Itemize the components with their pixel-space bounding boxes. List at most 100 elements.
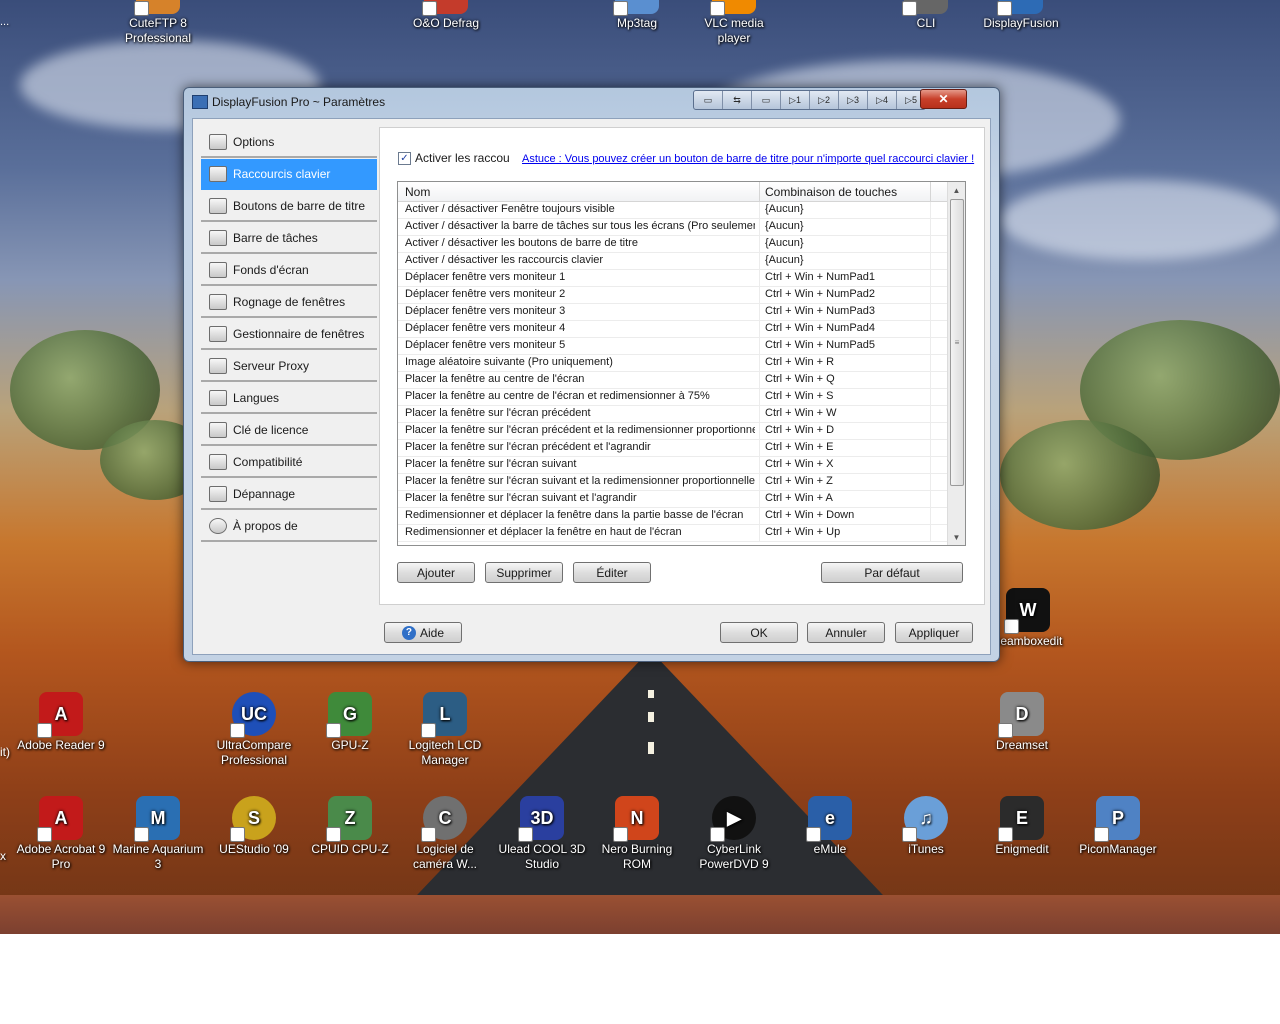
- titlebar-button-monitor-2[interactable]: ▷2: [810, 91, 839, 109]
- table-scrollbar[interactable]: ▲ ≡ ▼: [947, 182, 965, 545]
- table-row[interactable]: Redimensionner et déplacer la fenêtre en…: [398, 525, 947, 542]
- table-row[interactable]: Déplacer fenêtre vers moniteur 1 Ctrl + W…: [398, 270, 947, 287]
- ok-button[interactable]: OK: [720, 622, 798, 643]
- desktop-icon-label: VLC media player: [704, 16, 764, 45]
- satellite-dish-icon: D: [998, 692, 1044, 738]
- sidebar-item-wallpapers[interactable]: Fonds d'écran: [201, 255, 377, 286]
- table-row[interactable]: Activer / désactiver les raccourcis clav…: [398, 253, 947, 270]
- table-row[interactable]: Activer / désactiver la barre de tâches …: [398, 219, 947, 236]
- table-row[interactable]: Placer la fenêtre sur l'écran précédent …: [398, 440, 947, 457]
- desktop-icon-nero[interactable]: N Nero Burning ROM: [591, 796, 683, 872]
- displayfusion-icon: [997, 0, 1043, 16]
- sidebar-item-proxy-server[interactable]: Serveur Proxy: [201, 351, 377, 382]
- reset-default-button[interactable]: Par défaut: [821, 562, 963, 583]
- tip-link[interactable]: Astuce : Vous pouvez créer un bouton de …: [522, 153, 974, 165]
- titlebar-button-group: ▭ ⇆ ▭ ▷1 ▷2 ▷3 ▷4 ▷5: [693, 90, 926, 110]
- desktop-icon-displayfusion[interactable]: DisplayFusion: [975, 0, 1067, 31]
- sidebar-item-titlebar-buttons[interactable]: Boutons de barre de titre: [201, 191, 377, 222]
- table-row[interactable]: Image aléatoire suivante (Pro uniquement…: [398, 355, 947, 372]
- titlebar-button-span[interactable]: ⇆: [723, 91, 752, 109]
- sidebar-item-keyboard-shortcuts[interactable]: Raccourcis clavier: [201, 159, 377, 190]
- table-row[interactable]: Placer la fenêtre sur l'écran précédent …: [398, 423, 947, 440]
- desktop-icon-vlc[interactable]: VLC media player: [688, 0, 780, 46]
- edit-button[interactable]: Éditer: [573, 562, 651, 583]
- desktop-icon-oo-defrag[interactable]: O&O Defrag: [400, 0, 492, 31]
- desktop-icon-uestudio[interactable]: S UEStudio '09: [208, 796, 300, 857]
- column-divider: [930, 270, 931, 287]
- titlebar-button-monitor-1[interactable]: ▷1: [781, 91, 810, 109]
- enable-shortcuts-checkbox[interactable]: ✓: [398, 152, 411, 165]
- desktop-icon-piconmanager[interactable]: P PiconManager: [1072, 796, 1164, 857]
- titlebar-button-monitor-3[interactable]: ▷3: [839, 91, 868, 109]
- desktop-icon-webcam[interactable]: C Logiciel de caméra W...: [399, 796, 491, 872]
- shortcut-name-cell: Placer la fenêtre sur l'écran suivant et…: [405, 492, 637, 504]
- titlebar-button-maximize-all[interactable]: ▭: [752, 91, 781, 109]
- desktop-icon-label: UltraCompare Professional: [216, 738, 292, 767]
- desktop-icon-itunes[interactable]: ♫ iTunes: [880, 796, 972, 857]
- cli-icon: [902, 0, 948, 16]
- desktop-icon-label: CLI: [916, 16, 936, 30]
- titlebar-button-monitor-4[interactable]: ▷4: [868, 91, 897, 109]
- shortcut-keys-cell: Ctrl + Win + NumPad3: [765, 305, 876, 317]
- cancel-button[interactable]: Annuler: [807, 622, 885, 643]
- column-header-key-combination[interactable]: Combinaison de touches: [765, 185, 897, 199]
- column-header-name[interactable]: Nom: [405, 185, 430, 199]
- table-row[interactable]: Déplacer fenêtre vers moniteur 2 Ctrl + W…: [398, 287, 947, 304]
- sidebar-item-label: Langues: [233, 390, 280, 405]
- table-row[interactable]: Activer / désactiver les boutons de barr…: [398, 236, 947, 253]
- shortcut-keys-cell: {Aucun}: [765, 203, 804, 215]
- sidebar-item-label: Barre de tâches: [233, 230, 318, 245]
- titlebar-button-wallpaper[interactable]: ▭: [694, 91, 723, 109]
- sidebar-item-languages[interactable]: Langues: [201, 383, 377, 414]
- desktop-icon-ulead-cool3d[interactable]: 3D Ulead COOL 3D Studio: [496, 796, 588, 872]
- sidebar-item-about[interactable]: À propos de: [201, 511, 377, 542]
- desktop-icon-acrobat[interactable]: A Adobe Acrobat 9 Pro: [15, 796, 107, 872]
- table-row[interactable]: Placer la fenêtre sur l'écran suivant et…: [398, 474, 947, 491]
- sidebar-item-label: Raccourcis clavier: [233, 166, 331, 181]
- column-divider: [759, 508, 760, 525]
- desktop-icon-ultracompare[interactable]: UC UltraCompare Professional: [208, 692, 300, 768]
- sidebar-item-compatibility[interactable]: Compatibilité: [201, 447, 377, 478]
- desktop-icon-mp3tag[interactable]: Mp3tag: [591, 0, 683, 31]
- desktop-icon-dreamset[interactable]: D Dreamset: [976, 692, 1068, 753]
- window-titlebar[interactable]: DisplayFusion Pro ~ Paramètres ▭ ⇆ ▭ ▷1 …: [184, 88, 999, 116]
- shortcut-keys-cell: Ctrl + Win + Z: [765, 475, 833, 487]
- sidebar-item-troubleshooting[interactable]: Dépannage: [201, 479, 377, 510]
- scroll-down-arrow-icon[interactable]: ▼: [948, 529, 965, 545]
- table-row[interactable]: Redimensionner et déplacer la fenêtre da…: [398, 508, 947, 525]
- desktop-icon-powerdvd[interactable]: ▶ CyberLink PowerDVD 9: [688, 796, 780, 872]
- desktop-icon-label: Ulead COOL 3D Studio: [498, 842, 586, 871]
- sidebar-item-license-key[interactable]: Clé de licence: [201, 415, 377, 446]
- table-row[interactable]: Placer la fenêtre sur l'écran suivant et…: [398, 491, 947, 508]
- desktop-icon-enigmedit[interactable]: E Enigmedit: [976, 796, 1068, 857]
- table-row[interactable]: Placer la fenêtre au centre de l'écran Ct…: [398, 372, 947, 389]
- sidebar-item-options[interactable]: Options: [201, 127, 377, 158]
- desktop-icon-emule[interactable]: e eMule: [784, 796, 876, 857]
- desktop-icon-marine-aquarium[interactable]: M Marine Aquarium 3: [112, 796, 204, 872]
- scroll-thumb[interactable]: ≡: [950, 199, 964, 486]
- sidebar-item-window-manager[interactable]: Gestionnaire de fenêtres: [201, 319, 377, 350]
- sidebar-item-taskbar[interactable]: Barre de tâches: [201, 223, 377, 254]
- help-button[interactable]: ? Aide: [384, 622, 462, 643]
- apply-button[interactable]: Appliquer: [895, 622, 973, 643]
- table-row[interactable]: Déplacer fenêtre vers moniteur 3 Ctrl + W…: [398, 304, 947, 321]
- desktop-icon-cuteftp[interactable]: CuteFTP 8 Professional: [112, 0, 204, 46]
- desktop-icon-cpuz[interactable]: Z CPUID CPU-Z: [304, 796, 396, 857]
- table-row[interactable]: Placer la fenêtre au centre de l'écran e…: [398, 389, 947, 406]
- table-row[interactable]: Déplacer fenêtre vers moniteur 5 Ctrl + W…: [398, 338, 947, 355]
- table-row[interactable]: Placer la fenêtre sur l'écran précédent C…: [398, 406, 947, 423]
- delete-button[interactable]: Supprimer: [485, 562, 563, 583]
- scroll-up-arrow-icon[interactable]: ▲: [948, 182, 965, 198]
- table-row[interactable]: Placer la fenêtre sur l'écran suivant Ctr…: [398, 457, 947, 474]
- desktop-icon-adobe-reader[interactable]: A Adobe Reader 9: [15, 692, 107, 753]
- help-button-label: Aide: [419, 625, 445, 640]
- table-row[interactable]: Activer / désactiver Fenêtre toujours vi…: [398, 202, 947, 219]
- desktop-icon-cli[interactable]: CLI: [880, 0, 972, 31]
- column-divider: [930, 474, 931, 491]
- table-row[interactable]: Déplacer fenêtre vers moniteur 4 Ctrl + W…: [398, 321, 947, 338]
- add-button[interactable]: Ajouter: [397, 562, 475, 583]
- desktop-icon-logitech-lcd[interactable]: L Logitech LCD Manager: [399, 692, 491, 768]
- close-button[interactable]: ✕: [920, 89, 967, 109]
- sidebar-item-window-snapping[interactable]: Rognage de fenêtres: [201, 287, 377, 318]
- desktop-icon-gpuz[interactable]: G GPU-Z: [304, 692, 396, 753]
